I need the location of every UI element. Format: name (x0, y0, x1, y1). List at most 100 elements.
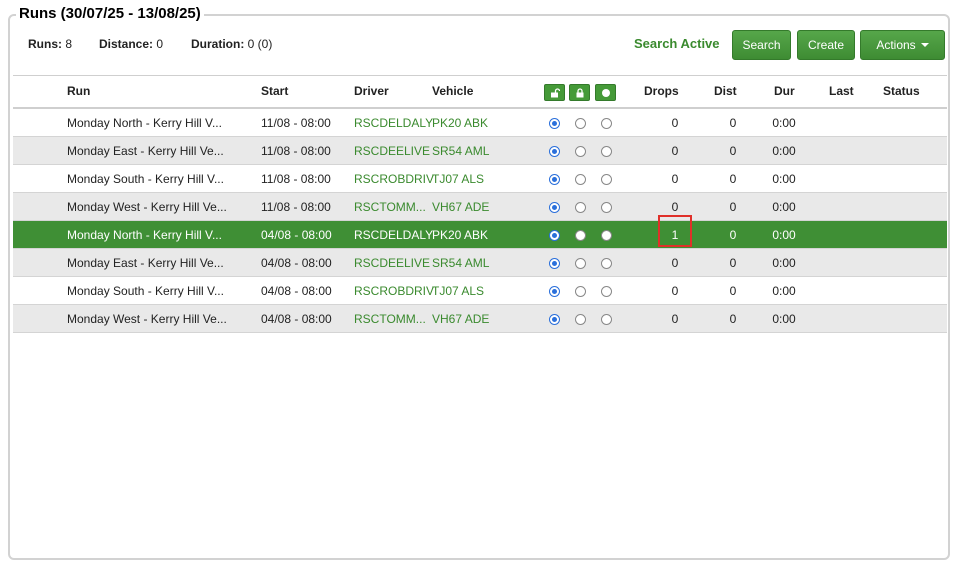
table-row[interactable]: Monday North - Kerry Hill V... 11/08 - 08… (13, 109, 947, 137)
unlock-radio[interactable] (549, 174, 560, 185)
table-row[interactable]: Monday North - Kerry Hill V... 04/08 - 08… (13, 215, 947, 249)
dur-cell: 0:00 (772, 312, 796, 326)
driver-link[interactable]: RSCROBDRIV (354, 172, 434, 186)
run-name-cell: Monday East - Kerry Hill Ve... (67, 144, 224, 158)
lock-radio[interactable] (575, 258, 586, 269)
dur-cell: 0:00 (772, 228, 796, 242)
run-name-cell: Monday North - Kerry Hill V... (67, 228, 222, 242)
lock-radio[interactable] (575, 202, 586, 213)
lock-radio[interactable] (575, 286, 586, 297)
lock-radio[interactable] (575, 314, 586, 325)
run-name-cell: Monday South - Kerry Hill V... (67, 172, 224, 186)
drops-cell: 0 (671, 284, 679, 298)
unlock-radio[interactable] (549, 230, 560, 241)
table-header: Run Start Driver Vehicle Drops Dist Dur … (13, 75, 947, 109)
none-radio[interactable] (601, 258, 612, 269)
header-dist[interactable]: Dist (714, 84, 737, 98)
dur-cell: 0:00 (772, 172, 796, 186)
caret-down-icon (920, 43, 929, 47)
lock-radio[interactable] (575, 118, 586, 129)
dist-cell: 0 (729, 228, 737, 242)
header-driver[interactable]: Driver (354, 84, 389, 98)
none-radio[interactable] (601, 286, 612, 297)
table-row[interactable]: Monday West - Kerry Hill Ve... 11/08 - 08… (13, 193, 947, 221)
lock-icon (576, 87, 583, 97)
unlock-all-button[interactable] (544, 84, 565, 101)
lock-radio[interactable] (575, 146, 586, 157)
header-run[interactable]: Run (67, 84, 90, 98)
none-radio[interactable] (601, 314, 612, 325)
driver-link[interactable]: RSCTOMM... (354, 312, 426, 326)
start-cell: 04/08 - 08:00 (261, 312, 332, 326)
header-vehicle[interactable]: Vehicle (432, 84, 473, 98)
header-status[interactable]: Status (883, 84, 920, 98)
vehicle-link[interactable]: SR54 AML (432, 144, 489, 158)
clear-all-button[interactable] (595, 84, 616, 101)
unlock-radio[interactable] (549, 286, 560, 297)
driver-link[interactable]: RSCROBDRIV (354, 284, 434, 298)
dur-cell: 0:00 (772, 256, 796, 270)
summary-distance-label: Distance: (99, 37, 154, 51)
vehicle-link[interactable]: VH67 ADE (432, 312, 489, 326)
table-row[interactable]: Monday West - Kerry Hill Ve... 04/08 - 08… (13, 305, 947, 333)
run-name-cell: Monday South - Kerry Hill V... (67, 284, 224, 298)
driver-link[interactable]: RSCDELDALY (354, 116, 433, 130)
none-radio[interactable] (601, 202, 612, 213)
create-button[interactable]: Create (797, 30, 855, 60)
driver-link[interactable]: RSCTOMM... (354, 200, 426, 214)
table-row[interactable]: Monday East - Kerry Hill Ve... 11/08 - 08… (13, 137, 947, 165)
driver-link[interactable]: RSCDEELIVE (354, 144, 430, 158)
start-cell: 11/08 - 08:00 (261, 144, 331, 158)
header-drops[interactable]: Drops (644, 84, 679, 98)
none-radio[interactable] (601, 230, 612, 241)
table-row[interactable]: Monday East - Kerry Hill Ve... 04/08 - 08… (13, 249, 947, 277)
dist-cell: 0 (729, 116, 737, 130)
drops-cell: 0 (671, 256, 679, 270)
unlock-radio[interactable] (549, 258, 560, 269)
run-name-cell: Monday West - Kerry Hill Ve... (67, 200, 227, 214)
lock-radio[interactable] (575, 230, 586, 241)
lock-all-button[interactable] (569, 84, 590, 101)
table-row[interactable]: Monday South - Kerry Hill V... 04/08 - 08… (13, 277, 947, 305)
start-cell: 04/08 - 08:00 (261, 228, 332, 242)
run-name-cell: Monday East - Kerry Hill Ve... (67, 256, 224, 270)
actions-label: Actions (876, 38, 916, 52)
search-button[interactable]: Search (732, 30, 791, 60)
header-start[interactable]: Start (261, 84, 288, 98)
vehicle-link[interactable]: TJ07 ALS (432, 284, 484, 298)
vehicle-link[interactable]: VH67 ADE (432, 200, 489, 214)
drops-cell: 0 (671, 312, 679, 326)
driver-link[interactable]: RSCDELDALY (354, 228, 433, 242)
summary-duration-label: Duration: (191, 37, 245, 51)
dur-cell: 0:00 (772, 200, 796, 214)
lock-radio[interactable] (575, 174, 586, 185)
drops-cell: 0 (671, 172, 679, 186)
actions-dropdown-button[interactable]: Actions (860, 30, 945, 60)
unlock-icon (550, 87, 560, 97)
unlock-radio[interactable] (549, 118, 560, 129)
dist-cell: 0 (729, 172, 737, 186)
unlock-radio[interactable] (549, 146, 560, 157)
dist-cell: 0 (729, 284, 737, 298)
vehicle-link[interactable]: PK20 ABK (432, 116, 488, 130)
run-name-cell: Monday West - Kerry Hill Ve... (67, 312, 227, 326)
circle-icon (601, 88, 610, 97)
header-dur[interactable]: Dur (774, 84, 795, 98)
vehicle-link[interactable]: TJ07 ALS (432, 172, 484, 186)
start-cell: 11/08 - 08:00 (261, 172, 331, 186)
summary-distance-value: 0 (156, 37, 164, 51)
driver-link[interactable]: RSCDEELIVE (354, 256, 430, 270)
none-radio[interactable] (601, 146, 612, 157)
dist-cell: 0 (729, 256, 737, 270)
unlock-radio[interactable] (549, 202, 560, 213)
header-last[interactable]: Last (829, 84, 854, 98)
summary-runs-label: Runs: (28, 37, 62, 51)
start-cell: 04/08 - 08:00 (261, 284, 332, 298)
vehicle-link[interactable]: PK20 ABK (432, 228, 488, 242)
vehicle-link[interactable]: SR54 AML (432, 256, 489, 270)
table-row[interactable]: Monday South - Kerry Hill V... 11/08 - 08… (13, 165, 947, 193)
dist-cell: 0 (729, 200, 737, 214)
unlock-radio[interactable] (549, 314, 560, 325)
none-radio[interactable] (601, 174, 612, 185)
none-radio[interactable] (601, 118, 612, 129)
